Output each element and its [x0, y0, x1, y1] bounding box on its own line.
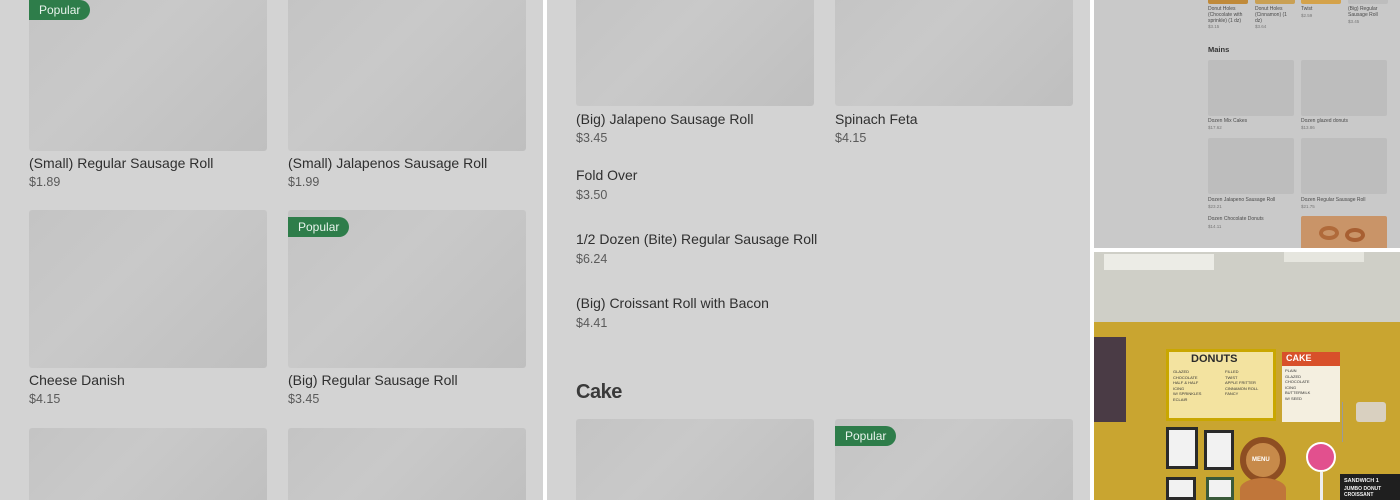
menu-row: BUTTERMILK [1285, 390, 1311, 395]
left-panel: Popular (Small) Regular Sausage Roll $1.… [0, 0, 543, 500]
mini-item-name[interactable]: Donut Holes (Chocolate with sprinkle) (1… [1208, 6, 1248, 24]
ceiling-light [1104, 254, 1214, 270]
mini-item-price: $13.86 [1301, 125, 1315, 130]
item-price: $3.45 [288, 392, 320, 406]
mini-item-price: $2.59 [1301, 13, 1313, 18]
sandwich-sign: SANDWICH 1 JUMBO DONUT CROISSANT [1340, 474, 1400, 500]
mini-item-price: $3.45 [1348, 19, 1360, 24]
mini-item-name[interactable]: Dozen Jalapeno Sausage Roll [1208, 197, 1275, 203]
item-image[interactable] [1301, 60, 1387, 116]
item-name[interactable]: (Small) Regular Sausage Roll [29, 155, 213, 171]
popular-badge: Popular [288, 217, 350, 237]
item-price: $1.99 [288, 175, 320, 189]
item-name[interactable]: Cheese Danish [29, 372, 125, 388]
item-price: $4.15 [835, 131, 867, 145]
framed-certificate [1166, 427, 1198, 469]
item-image[interactable] [29, 0, 267, 151]
menu-row: APPLE FRITTER [1225, 380, 1256, 385]
menu-row: CHOCOLATE [1285, 379, 1310, 384]
mini-item-name[interactable]: Dozen Regular Sausage Roll [1301, 197, 1365, 203]
mini-item-name[interactable]: (Big) Regular Sausage Roll [1348, 6, 1388, 18]
item-name[interactable]: (Small) Jalapenos Sausage Roll [288, 155, 487, 171]
sign-menu-text: MENU [1252, 457, 1270, 463]
mini-item-name[interactable]: Dozen Mix Cakes [1208, 118, 1247, 124]
sign-jumbo-text: JUMBO DONUT CROISSANT [1344, 486, 1382, 498]
framed-certificate [1206, 477, 1234, 500]
list-item-price: $4.41 [576, 316, 608, 330]
framed-certificate [1166, 477, 1196, 500]
hanging-string [1342, 402, 1343, 442]
item-image[interactable] [1208, 0, 1248, 4]
section-title-mains: Mains [1208, 45, 1230, 54]
item-price: $3.45 [576, 131, 608, 145]
sign-stick [1320, 472, 1323, 500]
right-top-panel: Donut Holes (Chocolate with sprinkle) (1… [1094, 0, 1400, 248]
item-name[interactable]: Spinach Feta [835, 111, 918, 127]
list-item-name[interactable]: Fold Over [576, 167, 637, 183]
pink-sign [1306, 442, 1336, 472]
wall-poster [1094, 337, 1126, 422]
mini-item-name[interactable]: Twist [1301, 6, 1312, 12]
mini-item-price: $23.21 [1208, 204, 1222, 209]
item-image[interactable] [29, 428, 267, 500]
wall-decor [1356, 402, 1386, 422]
shop-photo: DONUTS GLAZED CHOCOLATE HALF & HALF ICIN… [1094, 252, 1400, 500]
menu-row: W/ SPRINKLES [1173, 391, 1202, 396]
item-image[interactable] [1301, 138, 1387, 194]
sign-sandwich-text: SANDWICH 1 [1344, 478, 1379, 484]
list-item-price: $6.24 [576, 252, 608, 266]
cake-menu-board: CAKE PLAIN GLAZED CHOCOLATE ICING BUTTER… [1282, 352, 1340, 422]
list-item-price: $3.50 [576, 188, 608, 202]
item-image[interactable] [1208, 138, 1294, 194]
popular-badge: Popular [835, 426, 897, 446]
popular-badge: Popular [29, 0, 91, 20]
menu-row: FANCY [1225, 391, 1239, 396]
item-image[interactable] [1301, 0, 1341, 4]
donut-photo[interactable] [1301, 216, 1387, 248]
list-item-name[interactable]: 1/2 Dozen (Bite) Regular Sausage Roll [576, 231, 817, 247]
middle-panel: (Big) Jalapeno Sausage Roll $3.45 Spinac… [547, 0, 1090, 500]
menu-title-cake: CAKE [1286, 353, 1312, 363]
mini-item-price: $21.75 [1301, 204, 1315, 209]
mini-item-name[interactable]: Dozen Chocolate Donuts [1208, 216, 1264, 222]
item-image[interactable] [1208, 60, 1294, 116]
item-price: $1.89 [29, 175, 61, 189]
menu-row: ECLAIR [1173, 396, 1188, 402]
item-image[interactable] [835, 0, 1073, 106]
mini-item-price: $14.11 [1208, 224, 1222, 229]
mini-item-price: $3.15 [1208, 24, 1220, 29]
item-name[interactable]: (Big) Regular Sausage Roll [288, 372, 458, 388]
item-image[interactable] [288, 0, 526, 151]
item-image[interactable] [576, 0, 814, 106]
item-price: $4.15 [29, 392, 61, 406]
item-image[interactable] [1255, 0, 1295, 4]
section-title-cake: Cake [576, 381, 622, 403]
menu-title-donuts: DONUTS [1191, 353, 1238, 365]
mini-item-name[interactable]: Dozen glazed donuts [1301, 118, 1348, 124]
mini-item-price: $3.64 [1255, 24, 1267, 29]
donut-menu-board: DONUTS GLAZED CHOCOLATE HALF & HALF ICIN… [1166, 349, 1276, 421]
item-image[interactable] [29, 210, 267, 368]
list-item-name[interactable]: (Big) Croissant Roll with Bacon [576, 295, 769, 311]
menu-row: W/ SEED [1285, 395, 1302, 401]
item-image[interactable] [288, 428, 526, 500]
item-image[interactable] [1348, 0, 1388, 4]
donut-sign: MENU [1240, 437, 1286, 483]
item-name[interactable]: (Big) Jalapeno Sausage Roll [576, 111, 753, 127]
menu-row: HALF & HALF [1173, 380, 1199, 385]
ceiling-light [1284, 252, 1364, 262]
donut-sign-bottom [1240, 478, 1286, 500]
framed-certificate [1204, 430, 1234, 470]
item-image[interactable] [576, 419, 814, 500]
mini-item-price: $17.62 [1208, 125, 1222, 130]
mini-item-name[interactable]: Donut Holes (Cinnamon) (1 dz) [1255, 6, 1295, 24]
